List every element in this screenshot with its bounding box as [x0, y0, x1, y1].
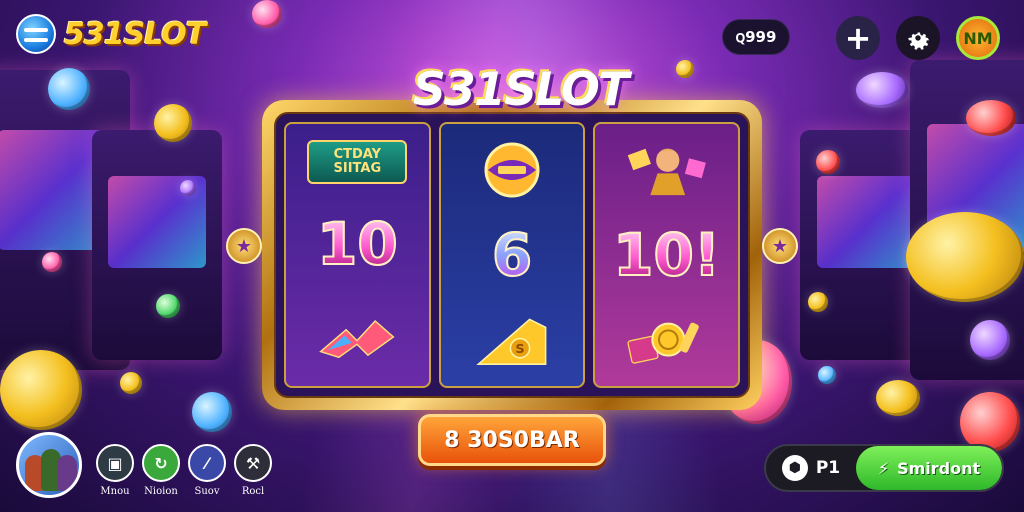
frame-left-ornament-icon: ★ [226, 228, 262, 264]
coin-icon [676, 60, 694, 78]
reels-container: CTDAY SIITAG 10 6 S 10! [274, 112, 750, 398]
background-arcade-left-2 [92, 130, 222, 360]
lightning-icon: ⚡ [877, 458, 890, 478]
menu-lines-icon [16, 14, 56, 54]
coin-icon [876, 380, 920, 416]
coin-icon [970, 320, 1010, 360]
coin-icon [906, 212, 1024, 302]
reel-1: CTDAY SIITAG 10 [284, 122, 431, 388]
svg-text:S: S [515, 342, 524, 357]
reel-1-top-symbol: CTDAY SIITAG [307, 139, 408, 185]
avatar-label: NM [963, 28, 993, 48]
coin-icon [818, 366, 836, 384]
menu-label: Nioion [144, 486, 178, 497]
menu-item-rocl[interactable]: ⚒ Rocl [228, 444, 278, 497]
coin-icon [156, 294, 180, 318]
app-logo[interactable]: 531SLOT [16, 14, 206, 54]
coin-icon [120, 372, 142, 394]
balance-display[interactable]: ꞯ999 [722, 19, 790, 55]
add-button[interactable]: + [836, 16, 880, 60]
coin-stack-icon [627, 308, 707, 374]
coin-icon [252, 0, 282, 28]
menu-item-suov[interactable]: ⁄ Suov [182, 444, 232, 497]
coin-icon [192, 392, 232, 432]
coin-icon [180, 180, 196, 196]
menu-label: Mnou [100, 486, 130, 497]
wing-swoosh-icon [317, 304, 397, 370]
gold-s-bar-icon: S [472, 308, 552, 374]
coin-icon [48, 68, 90, 110]
slot-machine-frame: CTDAY SIITAG 10 6 S 10! [262, 100, 762, 410]
user-avatar-button[interactable]: NM [956, 16, 1000, 60]
slash-icon: ⁄ [188, 444, 226, 482]
menu-item-nioion[interactable]: ↻ Nioion [136, 444, 186, 497]
bet-selector[interactable]: ⬢ P1 [766, 446, 856, 490]
square-icon: ▣ [96, 444, 134, 482]
reel-1-middle-symbol: 10 [316, 210, 399, 279]
coin-icon [0, 350, 82, 430]
coin-icon [966, 100, 1016, 136]
spin-button[interactable]: 8 30S0BAR [418, 414, 606, 466]
frame-right-ornament-icon: ★ [762, 228, 798, 264]
coin-icon [856, 72, 908, 108]
reel-3-middle-symbol: 10! [612, 221, 721, 289]
settings-button[interactable] [896, 16, 940, 60]
reel-2-middle-symbol: 6 [491, 221, 533, 289]
hammer-icon: ⚒ [234, 444, 272, 482]
menu-item-mnou[interactable]: ▣ Mnou [90, 444, 140, 497]
bet-label: P1 [815, 458, 841, 478]
coin-icon [816, 150, 840, 174]
menu-label: Rocl [241, 486, 265, 497]
chip-icon: ⬢ [781, 455, 808, 481]
go-label: Smirdont [897, 458, 981, 478]
bet-action-bar: ⬢ P1 ⚡ Smirdont [764, 444, 1004, 492]
coin-icon [960, 392, 1020, 452]
coin-icon [42, 252, 62, 272]
reel-2: 6 S [438, 122, 586, 388]
game-title: S31SLOT [412, 62, 629, 116]
go-button[interactable]: ⚡ Smirdont [856, 446, 1002, 490]
gear-icon [908, 32, 930, 50]
crown-ball-icon [472, 136, 552, 202]
coin-icon [808, 292, 828, 312]
player-profile-avatar[interactable] [16, 432, 82, 498]
reel-3: 10! [593, 122, 741, 388]
logo-text: 531SLOT [64, 16, 206, 52]
hero-figure-icon [627, 136, 707, 202]
plus-icon: + [844, 19, 872, 57]
menu-label: Suov [194, 486, 220, 497]
coin-icon [154, 104, 192, 142]
spin-icon: ↻ [142, 444, 180, 482]
